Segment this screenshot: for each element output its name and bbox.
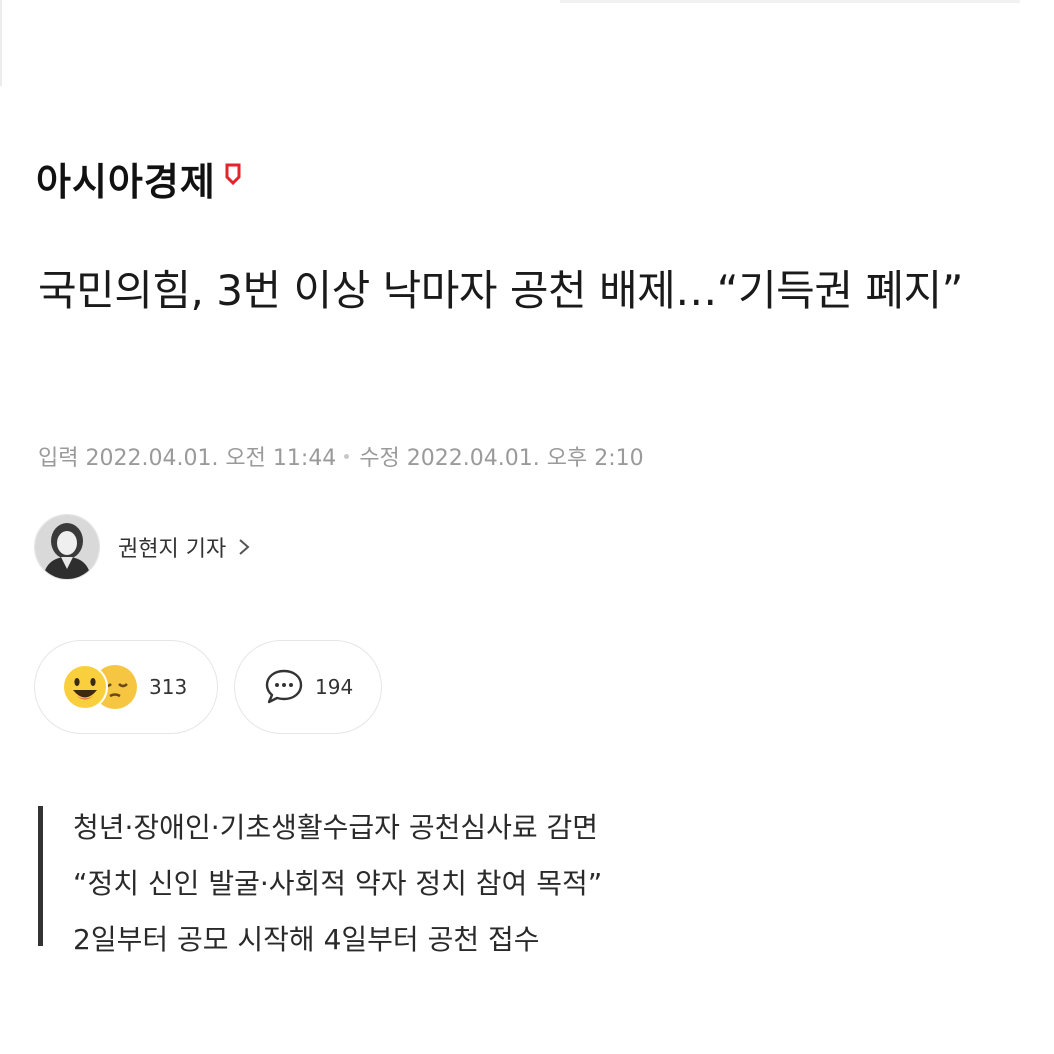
press-logo[interactable]: 아시아경제	[36, 160, 242, 204]
reporter-link[interactable]: 권현지 기자	[34, 514, 252, 580]
article-summary: 청년·장애인·기초생활수급자 공천심사료 감면 “정치 신인 발굴·사회적 약자…	[38, 806, 603, 956]
summary-line: 2일부터 공모 시작해 4일부터 공천 접수	[73, 923, 540, 956]
timestamp-separator	[344, 453, 350, 459]
input-label: 입력	[38, 446, 79, 471]
comment-button[interactable]: 194	[234, 640, 382, 734]
press-logo-mark-icon	[225, 163, 241, 186]
summary-line: “정치 신인 발굴·사회적 약자 정치 참여 목적”	[73, 867, 603, 900]
edge-divider	[0, 0, 2, 86]
comment-count: 194	[315, 675, 354, 699]
emoji-stack	[61, 663, 145, 711]
faint-divider	[560, 0, 1020, 3]
speech-bubble-icon	[265, 669, 303, 704]
reporter-avatar-icon	[35, 515, 99, 579]
article-page: 아시아경제 국민의힘, 3번 이상 낙마자 공천 배제…“기득권 폐지” 입력 …	[0, 0, 1054, 1054]
laughing-face-icon	[62, 664, 108, 710]
summary-line: 청년·장애인·기초생활수급자 공천심사료 감면	[73, 811, 599, 844]
article-headline: 국민의힘, 3번 이상 낙마자 공천 배제…“기득권 폐지”	[38, 266, 963, 315]
updated-label: 수정	[359, 446, 400, 471]
chevron-right-icon	[239, 539, 250, 555]
press-logo-text: 아시아경제	[36, 160, 216, 204]
input-time: 2022.04.01. 오전 11:44	[85, 446, 337, 471]
reporter-name[interactable]: 권현지 기자	[118, 531, 226, 563]
reporter-avatar[interactable]	[34, 514, 100, 580]
emotion-reaction-button[interactable]: 313	[34, 640, 218, 734]
emotion-count: 313	[149, 675, 188, 699]
article-timestamps: 입력 2022.04.01. 오전 11:44 수정 2022.04.01. 오…	[38, 440, 644, 472]
updated-time: 2022.04.01. 오후 2:10	[406, 446, 644, 471]
top-strip	[0, 0, 1054, 100]
